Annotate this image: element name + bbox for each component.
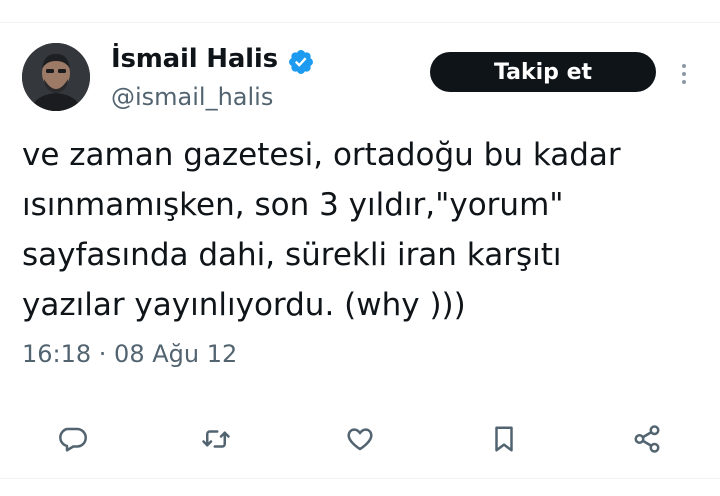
top-divider [0, 22, 720, 23]
share-button[interactable] [627, 419, 667, 459]
tweet-text-line: ısınmamışken, son 3 yıldır,"yorum" [22, 187, 564, 223]
bottom-divider [0, 478, 720, 479]
tweet-text: ve zaman gazetesi, ortadoğu bu kadar ısı… [22, 130, 712, 330]
follow-button[interactable]: Takip et [430, 52, 656, 92]
handle[interactable]: @ismail_halis [111, 83, 273, 111]
bookmark-icon [495, 426, 513, 452]
reply-icon [59, 427, 87, 452]
timestamp[interactable]: 16:18 · 08 Ağu 12 [22, 340, 237, 368]
avatar-photo [22, 43, 90, 111]
reply-button[interactable] [52, 419, 92, 459]
retweet-icon [202, 430, 230, 448]
like-button[interactable] [340, 419, 380, 459]
retweet-button[interactable] [196, 419, 236, 459]
bookmark-button[interactable] [484, 419, 524, 459]
tweet-text-line: sayfasında dahi, sürekli iran karşıtı [22, 237, 562, 273]
share-icon [634, 425, 660, 453]
more-options-icon[interactable] [672, 58, 696, 90]
avatar[interactable] [22, 43, 90, 111]
tweet-text-line: ve zaman gazetesi, ortadoğu bu kadar [22, 137, 621, 173]
tweet-text-line: yazılar yayınlıyordu. (why ))) [22, 287, 466, 323]
verified-badge-icon [289, 50, 313, 74]
like-icon [347, 428, 373, 451]
display-name[interactable]: İsmail Halis [111, 44, 278, 74]
